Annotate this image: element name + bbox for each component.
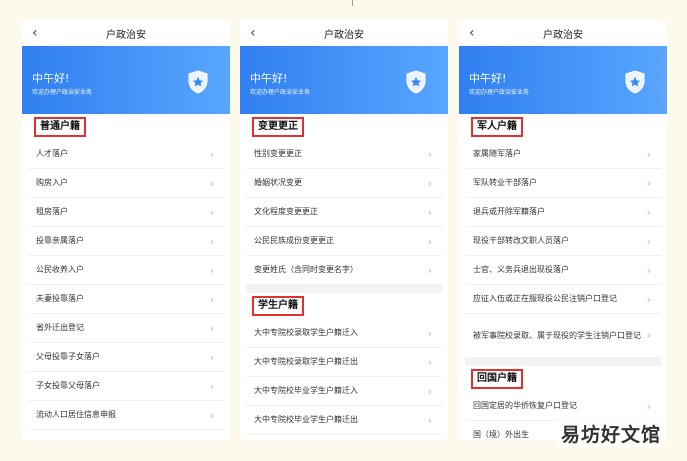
chevron-right-icon: › xyxy=(209,292,214,306)
section-change-correction: 变更更正 性别变更更正 › 婚姻状况变更 › 文化程度变更更正 › 公民民族成份变更更… xyxy=(246,114,442,285)
list-item[interactable]: 流动人口居住信息申报 › xyxy=(28,401,224,430)
chevron-right-icon: › xyxy=(209,147,214,161)
banner-subtitle: 欢迎办理户政治安业务 xyxy=(32,89,93,96)
chevron-right-icon: › xyxy=(209,205,214,219)
list-item[interactable]: 退兵或开除军籍落户 › xyxy=(465,198,661,227)
nav-title: 户政治安 xyxy=(543,29,583,41)
chevron-right-icon: › xyxy=(646,329,651,342)
chevron-right-icon: › xyxy=(646,176,651,190)
nav-title: 户政治安 xyxy=(324,29,364,41)
list-item[interactable]: 租房落户 › xyxy=(28,198,224,227)
police-shield-icon xyxy=(188,70,208,94)
banner-subtitle: 欢迎办理户政治安业务 xyxy=(469,89,530,96)
welcome-banner: 中午好! 欢迎办理户政治安业务 xyxy=(459,46,667,114)
list-item[interactable]: 变更姓氏（含同时变更名字） › xyxy=(246,256,442,285)
chevron-left-icon[interactable]: ‹ xyxy=(32,24,38,42)
list-item[interactable]: 大中专院校毕业学生户籍迁入 › xyxy=(246,377,442,406)
section-divider xyxy=(465,358,661,366)
chevron-right-icon: › xyxy=(646,399,651,413)
list-item[interactable]: 大中专院校录取学生户籍迁出 › xyxy=(246,348,442,377)
phone-screen-3: ‹ 户政治安 中午好! 欢迎办理户政治安业务 军人户籍 家属随军落户 › 军队转业… xyxy=(459,20,667,440)
chevron-right-icon: › xyxy=(209,321,214,335)
chevron-right-icon: › xyxy=(646,234,651,248)
section-title: 学生户籍 xyxy=(246,293,442,319)
chevron-right-icon: › xyxy=(209,350,214,364)
chevron-right-icon: › xyxy=(427,263,432,277)
welcome-banner: 中午好! 欢迎办理户政治安业务 xyxy=(22,46,230,114)
chevron-right-icon: › xyxy=(209,408,214,422)
greeting-text: 中午好! xyxy=(32,72,70,85)
police-shield-icon xyxy=(625,70,645,94)
phone-screen-1: ‹ 户政治安 中午好! 欢迎办理户政治安业务 普通户籍 人才落户 › 购房入户 › … xyxy=(22,20,230,440)
chevron-right-icon: › xyxy=(427,326,432,340)
chevron-left-icon[interactable]: ‹ xyxy=(469,24,475,42)
service-card: 普通户籍 人才落户 › 购房入户 › 租房落户 › 投靠亲属落户 › 公民收养入户 › 夫… xyxy=(28,114,224,440)
chevron-right-icon: › xyxy=(209,176,214,190)
list-item[interactable]: 购房入户 › xyxy=(28,169,224,198)
list-item[interactable]: 投靠亲属落户 › xyxy=(28,227,224,256)
welcome-banner: 中午好! 欢迎办理户政治安业务 xyxy=(240,46,448,114)
list-item[interactable]: 士官、义务兵退出现役落户 › xyxy=(465,256,661,285)
chevron-right-icon: › xyxy=(646,205,651,219)
section-title: 军人户籍 xyxy=(465,114,661,140)
nav-bar: ‹ 户政治安 xyxy=(459,20,667,46)
chevron-right-icon: › xyxy=(209,263,214,277)
chevron-right-icon: › xyxy=(427,176,432,190)
chevron-left-icon[interactable]: ‹ xyxy=(250,24,256,42)
chevron-right-icon: › xyxy=(427,384,432,398)
watermark-text: 易坊好文馆 xyxy=(556,420,665,447)
list-item[interactable]: 夫妻投靠落户 › xyxy=(28,285,224,314)
list-item[interactable]: 现役干部转改文职人员落户 › xyxy=(465,227,661,256)
list-item[interactable]: 应征入伍或正在服现役公民注销户口登记 › xyxy=(465,285,661,314)
list-item[interactable]: 公民民族成份变更更正 › xyxy=(246,227,442,256)
chevron-right-icon: › xyxy=(427,355,432,369)
section-ordinary-household: 普通户籍 人才落户 › 购房入户 › 租房落户 › 投靠亲属落户 › 公民收养入户 › 夫… xyxy=(28,114,224,430)
chevron-right-icon: › xyxy=(427,205,432,219)
section-title: 回国户籍 xyxy=(465,366,661,392)
chevron-right-icon: › xyxy=(209,234,214,248)
list-item[interactable]: 大中专院校录取学生户籍迁入 › xyxy=(246,319,442,348)
top-tick-mark xyxy=(352,0,353,6)
list-item[interactable]: 文化程度变更更正 › xyxy=(246,198,442,227)
nav-bar: ‹ 户政治安 xyxy=(22,20,230,46)
greeting-text: 中午好! xyxy=(250,72,288,85)
list-item[interactable]: 省外迁出登记 › xyxy=(28,314,224,343)
service-card: 军人户籍 家属随军落户 › 军队转业干部落户 › 退兵或开除军籍落户 › 现役干部转改… xyxy=(465,114,661,440)
section-title: 变更更正 xyxy=(246,114,442,140)
police-shield-icon xyxy=(406,70,426,94)
section-military-household: 军人户籍 家属随军落户 › 军队转业干部落户 › 退兵或开除军籍落户 › 现役干部转改… xyxy=(465,114,661,358)
chevron-right-icon: › xyxy=(646,147,651,161)
chevron-right-icon: › xyxy=(209,379,214,393)
list-item[interactable]: 人才落户 › xyxy=(28,140,224,169)
chevron-right-icon: › xyxy=(427,413,432,427)
service-card: 变更更正 性别变更更正 › 婚姻状况变更 › 文化程度变更更正 › 公民民族成份变更更… xyxy=(246,114,442,440)
screenshot-collage: ‹ 户政治安 中午好! 欢迎办理户政治安业务 普通户籍 人才落户 › 购房入户 › … xyxy=(0,0,687,461)
section-student-household: 学生户籍 大中专院校录取学生户籍迁入 › 大中专院校录取学生户籍迁出 › 大中专院校… xyxy=(246,293,442,435)
chevron-right-icon: › xyxy=(646,292,651,306)
nav-bar: ‹ 户政治安 xyxy=(240,20,448,46)
chevron-right-icon: › xyxy=(646,263,651,277)
list-item[interactable]: 婚姻状况变更 › xyxy=(246,169,442,198)
list-item[interactable]: 家属随军落户 › xyxy=(465,140,661,169)
list-item[interactable]: 军队转业干部落户 › xyxy=(465,169,661,198)
list-item[interactable]: 父母投靠子女落户 › xyxy=(28,343,224,372)
list-item[interactable]: 子女投靠父母落户 › xyxy=(28,372,224,401)
list-item[interactable]: 大中专院校毕业学生户籍迁出 › xyxy=(246,406,442,435)
section-title: 普通户籍 xyxy=(28,114,224,140)
chevron-right-icon: › xyxy=(427,147,432,161)
list-item[interactable]: 被军事院校录取、属于现役的学生注销户口登记 › xyxy=(465,314,661,358)
list-item[interactable]: 性别变更更正 › xyxy=(246,140,442,169)
greeting-text: 中午好! xyxy=(469,72,507,85)
section-divider xyxy=(246,285,442,293)
banner-subtitle: 欢迎办理户政治安业务 xyxy=(250,89,311,96)
phone-screen-2: ‹ 户政治安 中午好! 欢迎办理户政治安业务 变更更正 性别变更更正 › 婚姻状况… xyxy=(240,20,448,440)
nav-title: 户政治安 xyxy=(106,29,146,41)
list-item[interactable]: 回国定居的华侨恢复户口登记 › xyxy=(465,392,661,421)
chevron-right-icon: › xyxy=(427,234,432,248)
list-item[interactable]: 公民收养入户 › xyxy=(28,256,224,285)
